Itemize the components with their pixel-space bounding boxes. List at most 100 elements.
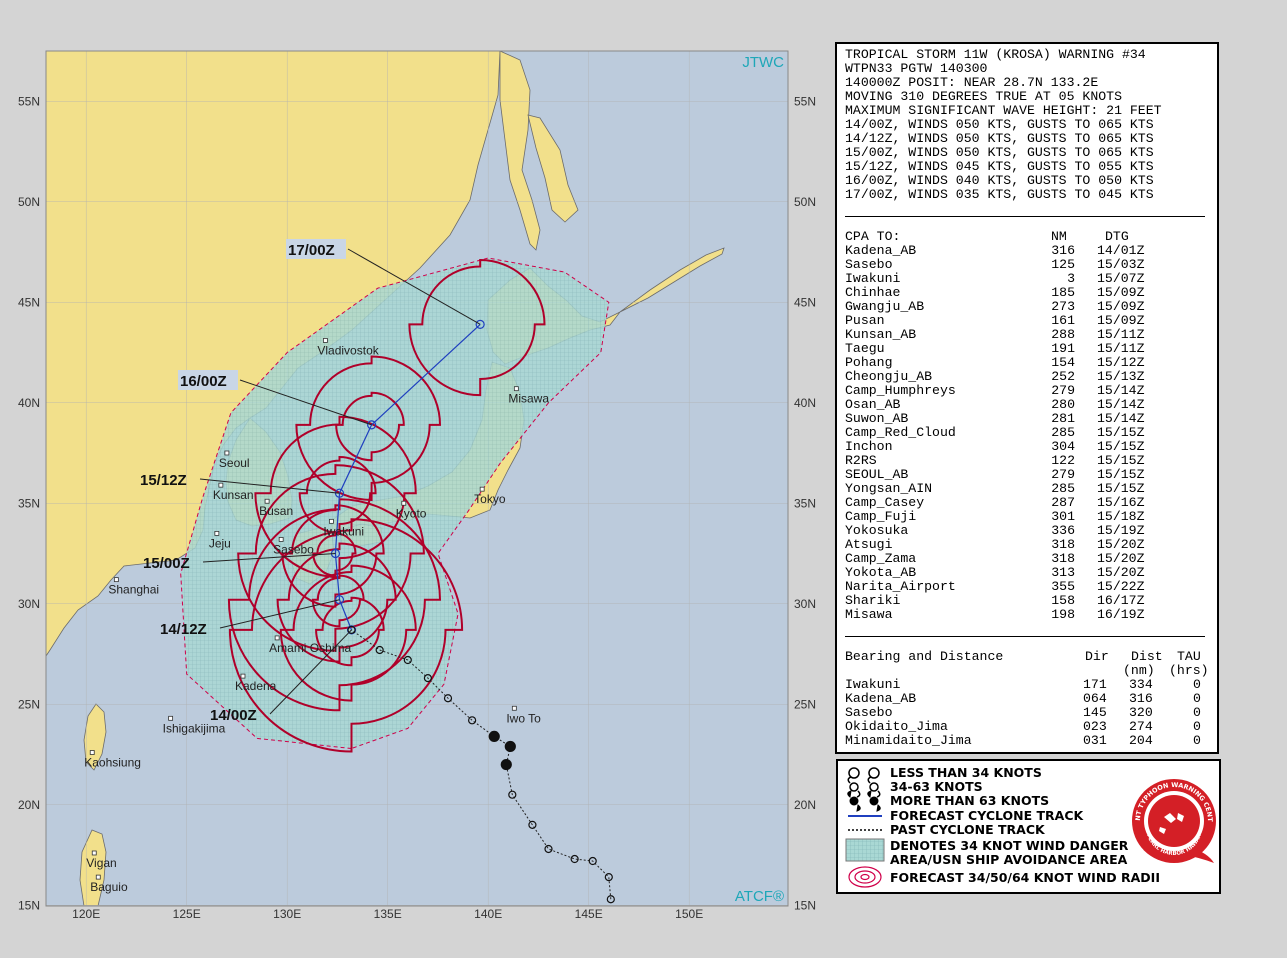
legend-less-34: LESS THAN 34 KNOTS <box>890 765 1042 780</box>
bd-dist: 274 <box>1129 719 1153 734</box>
past-position-marker <box>504 740 516 753</box>
time-callout-label: 15/12Z <box>140 472 187 489</box>
cpa-location: Osan_AB <box>845 397 901 412</box>
lon-label: 120E <box>72 907 100 921</box>
cpa-nm: 158 <box>1051 593 1075 608</box>
warning-header-line: 14/00Z, WINDS 050 KTS, GUSTS TO 065 KTS <box>845 117 1154 132</box>
cpa-location: Yokota_AB <box>845 565 917 580</box>
less-than-34-symbol <box>848 767 880 779</box>
lat-label-right: 20N <box>794 798 816 812</box>
cpa-title: CPA TO: <box>845 229 901 244</box>
time-callout-label: 17/00Z <box>288 242 335 259</box>
bd-tau: 0 <box>1193 677 1201 692</box>
cpa-nm: 287 <box>1051 495 1075 510</box>
cpa-dtg: 15/20Z <box>1097 551 1145 566</box>
bd-tau: 0 <box>1193 691 1201 706</box>
cpa-location: Camp_Casey <box>845 495 925 510</box>
lat-label-right: 45N <box>794 295 816 309</box>
cpa-dtg: 15/07Z <box>1097 271 1145 286</box>
atcf-corner-label: ATCF® <box>735 888 784 905</box>
lat-label-left: 55N <box>18 94 40 108</box>
place-marker <box>224 450 230 456</box>
bd-location: Okidaito_Jima <box>845 719 948 734</box>
legend-danger-2: AREA/USN SHIP AVOIDANCE AREA <box>890 852 1128 867</box>
bd-tau: 0 <box>1193 719 1201 734</box>
cpa-nm: 191 <box>1051 341 1075 356</box>
cpa-dtg: 15/15Z <box>1097 453 1145 468</box>
cpa-dtg: 15/16Z <box>1097 495 1145 510</box>
place-label: Sasebo <box>273 542 314 556</box>
lat-label-right: 30N <box>794 597 816 611</box>
bd-dir: 023 <box>1083 719 1107 734</box>
cpa-location: Misawa <box>845 607 893 622</box>
place-marker <box>214 531 220 536</box>
place-label: Baguio <box>90 880 128 894</box>
warning-header-line: 140000Z POSIT: NEAR 28.7N 133.2E <box>845 75 1099 90</box>
lon-label: 150E <box>675 907 703 921</box>
time-callout-label: 14/12Z <box>160 621 207 638</box>
place-label: Iwo To <box>506 711 541 725</box>
cpa-location: R2RS <box>845 453 877 468</box>
cpa-location: Camp_Fuji <box>845 509 917 524</box>
legend-more-63: MORE THAN 63 KNOTS <box>890 793 1050 808</box>
cpa-location: SEOUL_AB <box>845 467 909 482</box>
cpa-nm: 273 <box>1051 299 1075 314</box>
bd-dist: 320 <box>1129 705 1153 720</box>
cpa-location: Yongsan_AIN <box>845 481 933 496</box>
place-marker <box>89 750 95 755</box>
cpa-nm: 318 <box>1051 551 1075 566</box>
more-than-63-symbol <box>847 790 881 812</box>
lat-label-left: 35N <box>18 496 40 510</box>
place-label: Misawa <box>508 392 549 406</box>
cpa-col-dtg: DTG <box>1105 229 1129 244</box>
bd-title: Bearing and Distance <box>845 649 1004 664</box>
place-marker <box>278 537 284 542</box>
lon-label: 140E <box>474 907 502 921</box>
cpa-dtg: 14/01Z <box>1097 243 1145 258</box>
bd-dist: 316 <box>1129 691 1153 706</box>
cpa-nm: 301 <box>1051 509 1075 524</box>
cpa-nm: 318 <box>1051 537 1075 552</box>
bd-tau: 0 <box>1193 733 1201 748</box>
cpa-nm: 279 <box>1051 383 1075 398</box>
track-map: 17/00Z 16/00Z 15/12Z 15/00Z 14/12Z 14/00Z Vla… <box>0 0 830 958</box>
cpa-location: Atsugi <box>845 537 893 552</box>
cpa-dtg: 15/13Z <box>1097 369 1145 384</box>
place-marker <box>218 482 224 488</box>
cpa-nm: 3 <box>1067 271 1075 286</box>
lat-label-left: 20N <box>18 798 40 812</box>
cpa-location: Chinhae <box>845 285 901 300</box>
place-marker <box>240 673 246 679</box>
cpa-location: Pusan <box>845 313 885 328</box>
bd-col-dist: Dist <box>1131 649 1163 664</box>
cpa-dtg: 15/14Z <box>1097 397 1145 412</box>
legend-wind-radii: FORECAST 34/50/64 KNOT WIND RADII <box>890 870 1160 885</box>
legend-danger-1: DENOTES 34 KNOT WIND DANGER <box>890 838 1129 853</box>
cpa-nm: 316 <box>1051 243 1075 258</box>
time-callout-label: 16/00Z <box>180 373 227 390</box>
cpa-location: Shariki <box>845 593 901 608</box>
place-marker <box>401 500 407 506</box>
cpa-nm: 280 <box>1051 397 1075 412</box>
place-label: Jeju <box>209 536 231 550</box>
cpa-dtg: 15/09Z <box>1097 285 1145 300</box>
lat-label-right: 55N <box>794 94 816 108</box>
place-label: Iwakuni <box>323 524 364 538</box>
legend-34-63: 34-63 KNOTS <box>890 779 983 794</box>
divider <box>845 636 1205 637</box>
bd-location: Iwakuni <box>845 677 901 692</box>
warning-header-line: TROPICAL STORM 11W (KROSA) WARNING #34 <box>845 47 1146 62</box>
place-label: Busan <box>259 504 293 518</box>
cpa-dtg: 15/14Z <box>1097 383 1145 398</box>
lon-label: 135E <box>374 907 402 921</box>
wind-radii-symbol <box>848 866 882 888</box>
legend-panel: LESS THAN 34 KNOTS 34-63 KNOTS MORE THAN… <box>836 759 1221 894</box>
cpa-location: Kunsan_AB <box>845 327 917 342</box>
warning-header-line: 16/00Z, WINDS 040 KTS, GUSTS TO 050 KTS <box>845 173 1154 188</box>
cpa-dtg: 15/19Z <box>1097 523 1145 538</box>
cpa-dtg: 15/09Z <box>1097 313 1145 328</box>
place-marker <box>113 577 119 583</box>
bd-col-dist-unit: (nm) <box>1123 663 1155 678</box>
cpa-dtg: 15/03Z <box>1097 257 1145 272</box>
place-marker <box>168 715 174 721</box>
